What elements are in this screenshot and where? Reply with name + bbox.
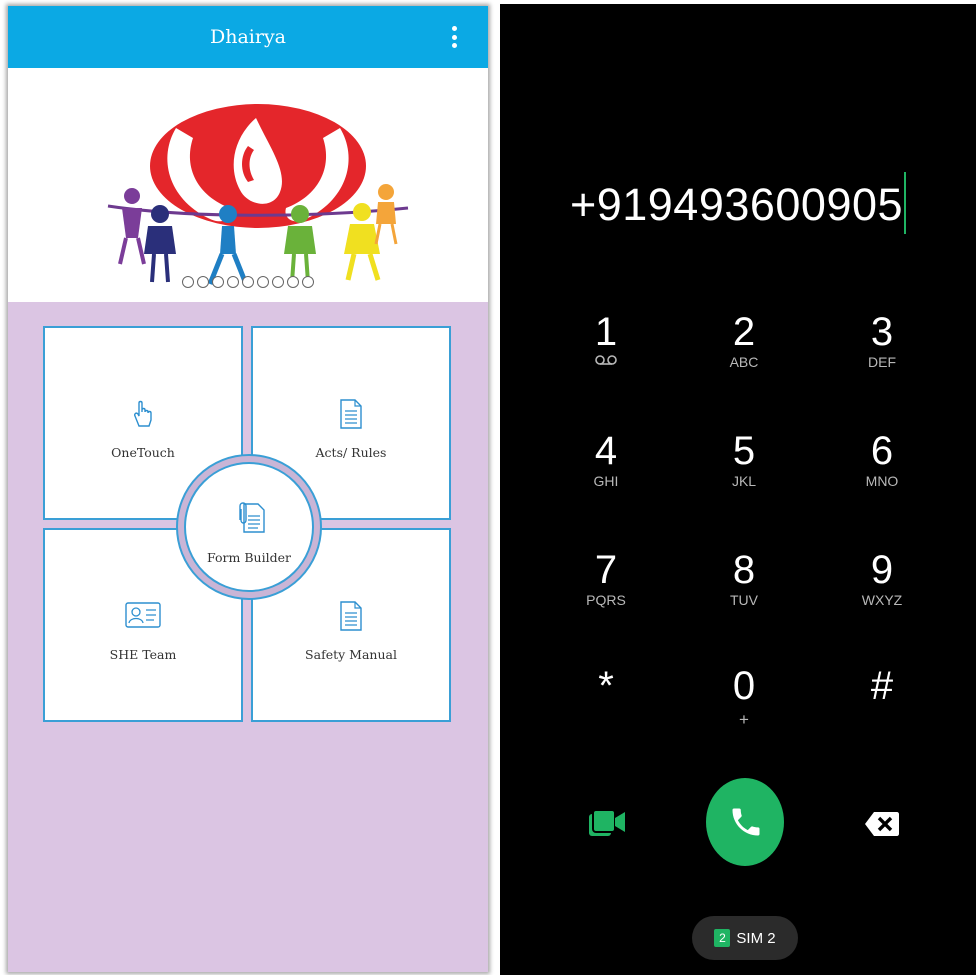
key-digit: 3 (870, 310, 894, 354)
form-builder-button[interactable]: Form Builder (184, 462, 314, 592)
key-letters: ABC (729, 354, 759, 370)
tile-label-safety-manual: Safety Manual (305, 647, 397, 662)
sim-label: SIM 2 (736, 929, 776, 947)
key-digit: 9 (870, 548, 894, 592)
carousel-dot[interactable] (197, 276, 209, 288)
overflow-menu-icon[interactable] (450, 26, 458, 48)
dial-key-5[interactable]: 5 JKL (684, 429, 804, 519)
key-letters: MNO (865, 473, 899, 489)
phone-icon (732, 808, 760, 836)
sim-selector-button[interactable]: 2 SIM 2 (692, 916, 798, 960)
app-title: Dhairya (209, 26, 287, 48)
tile-label-acts-rules: Acts/ Rules (315, 445, 387, 460)
key-digit: 5 (732, 429, 756, 473)
key-letters: WXYZ (861, 592, 903, 608)
key-digit: 0 (732, 664, 756, 708)
dialed-number-field[interactable]: +919493600905 (500, 172, 976, 234)
tile-label-onetouch: OneTouch (111, 445, 175, 460)
dhairya-app-screen: Dhairya OneTouch Acts/ Rules SHE Team Sa… (8, 6, 488, 972)
backspace-icon[interactable] (864, 810, 900, 838)
carousel-dot[interactable] (272, 276, 284, 288)
carousel-indicator (8, 276, 488, 288)
document-icon (340, 601, 362, 631)
dial-key-2[interactable]: 2 ABC (684, 310, 804, 400)
dialer-screen: +919493600905 1 2 ABC 3 DEF 4 GHI 5 JKL (500, 4, 976, 975)
key-digit: 2 (732, 310, 756, 354)
dial-key-4[interactable]: 4 GHI (546, 429, 666, 519)
app-bar: Dhairya (8, 6, 488, 68)
key-digit: 1 (594, 310, 618, 354)
form-builder-label: Form Builder (207, 550, 291, 565)
key-letters: GHI (593, 473, 619, 489)
carousel-dot[interactable] (302, 276, 314, 288)
key-digit: 6 (870, 429, 894, 473)
dial-key-8[interactable]: 8 TUV (684, 548, 804, 638)
dhairya-logo-image (107, 104, 409, 285)
dialed-number: +919493600905 (569, 179, 904, 230)
sim-card-icon: 2 (714, 929, 731, 947)
key-digit: 4 (594, 429, 618, 473)
screenshot-root: Dhairya OneTouch Acts/ Rules SHE Team Sa… (0, 0, 976, 975)
carousel-dot[interactable] (212, 276, 224, 288)
dial-key-star[interactable]: * (546, 664, 666, 754)
key-digit: 7 (594, 548, 618, 592)
dial-key-6[interactable]: 6 MNO (822, 429, 942, 519)
call-button[interactable] (706, 778, 784, 866)
id-card-icon (125, 602, 161, 628)
dial-key-1[interactable]: 1 (546, 310, 666, 400)
key-digit: 8 (732, 548, 756, 592)
form-clip-icon (239, 502, 265, 533)
key-letters: + (739, 710, 749, 729)
key-letters: PQRS (586, 592, 626, 608)
carousel-dot[interactable] (227, 276, 239, 288)
dial-key-7[interactable]: 7 PQRS (546, 548, 666, 638)
carousel-dot[interactable] (242, 276, 254, 288)
voicemail-icon (595, 355, 617, 365)
tile-label-she-team: SHE Team (109, 647, 177, 662)
key-letters: DEF (868, 354, 896, 370)
key-letters: JKL (731, 473, 757, 489)
dial-key-3[interactable]: 3 DEF (822, 310, 942, 400)
key-digit: * (598, 664, 614, 708)
dial-key-0[interactable]: 0 + (684, 664, 804, 754)
carousel-dot[interactable] (257, 276, 269, 288)
tap-hand-icon (134, 400, 152, 427)
key-digit: # (870, 664, 894, 708)
carousel-dot[interactable] (287, 276, 299, 288)
text-cursor (904, 172, 907, 234)
dial-key-hash[interactable]: # (822, 664, 942, 754)
document-icon (340, 399, 362, 429)
banner-carousel[interactable] (8, 68, 488, 302)
video-call-icon[interactable] (587, 806, 627, 840)
dial-key-9[interactable]: 9 WXYZ (822, 548, 942, 638)
key-letters: TUV (730, 592, 758, 608)
carousel-dot[interactable] (182, 276, 194, 288)
